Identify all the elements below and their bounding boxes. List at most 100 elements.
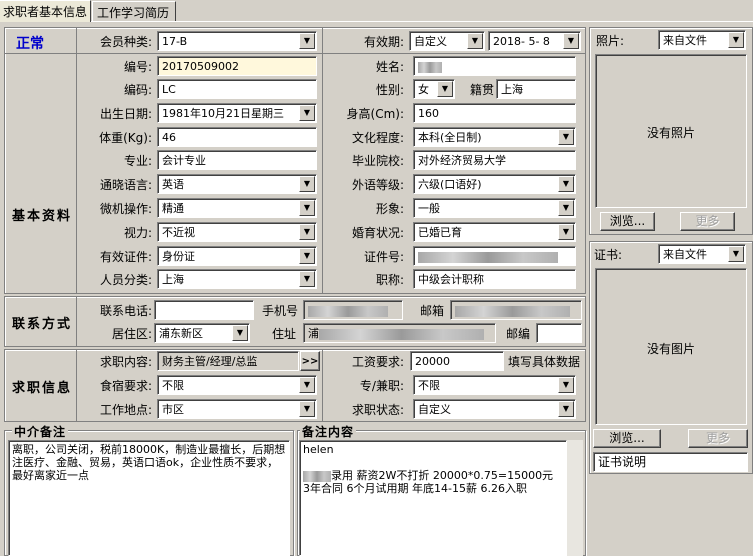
- title-field[interactable]: 中级会计职称: [413, 269, 576, 289]
- mobile-label: 手机号: [261, 304, 298, 318]
- chevron-down-icon[interactable]: ▼: [563, 33, 579, 49]
- lang-level-select[interactable]: 六级(口语好) ▼: [413, 174, 576, 194]
- birth-date-picker[interactable]: 1981年10月21日星期三 ▼: [157, 103, 317, 123]
- chevron-down-icon[interactable]: ▼: [299, 105, 315, 121]
- address-label: 住址: [271, 327, 296, 341]
- weight-field[interactable]: 46: [157, 127, 317, 147]
- job-want-more-button[interactable]: >>: [300, 351, 320, 371]
- cert-desc-field[interactable]: 证书说明: [593, 452, 748, 472]
- chevron-down-icon[interactable]: ▼: [437, 81, 453, 97]
- member-type-select[interactable]: 17-B ▼: [157, 31, 317, 51]
- chevron-down-icon[interactable]: ▼: [299, 271, 315, 287]
- chevron-down-icon[interactable]: ▼: [299, 33, 315, 49]
- language-select[interactable]: 英语 ▼: [157, 174, 317, 194]
- section-basic: 基本资料: [12, 209, 73, 224]
- email-label: 邮箱: [419, 304, 444, 318]
- photo-browse-button[interactable]: 浏览...: [600, 212, 655, 231]
- zip-field[interactable]: [536, 323, 582, 343]
- chevron-down-icon[interactable]: ▼: [558, 377, 574, 393]
- chevron-down-icon[interactable]: ▼: [558, 129, 574, 145]
- education-select[interactable]: 本科(全日制) ▼: [413, 127, 576, 147]
- major-label: 专业:: [123, 154, 152, 168]
- photo-more-button[interactable]: 更多: [680, 212, 735, 231]
- remark-scrollbar[interactable]: [567, 440, 583, 556]
- school-field[interactable]: 对外经济贸易大学: [413, 150, 576, 170]
- job-want-field[interactable]: 财务主管/经理/总监: [157, 351, 299, 371]
- tab-basic-info[interactable]: 求职者基本信息: [0, 0, 91, 22]
- chevron-down-icon[interactable]: ▼: [299, 401, 315, 417]
- vision-select[interactable]: 不近视 ▼: [157, 222, 317, 242]
- grid-row: [5, 53, 585, 54]
- redacted: [303, 470, 331, 482]
- height-field[interactable]: 160: [413, 103, 576, 123]
- code-field[interactable]: LC: [157, 79, 317, 99]
- chevron-down-icon[interactable]: ▼: [299, 248, 315, 264]
- major-field[interactable]: 会计专业: [157, 150, 317, 170]
- grid-col: [76, 297, 77, 346]
- computer-select[interactable]: 精通 ▼: [157, 198, 317, 218]
- chevron-down-icon[interactable]: ▼: [299, 377, 315, 393]
- address-field[interactable]: 浦: [303, 323, 496, 343]
- mobile-field[interactable]: [303, 300, 403, 320]
- redacted: [418, 61, 442, 73]
- photo-label: 照片:: [596, 34, 625, 48]
- code-label: 编码:: [123, 83, 152, 97]
- gender-select[interactable]: 女 ▼: [413, 79, 455, 99]
- job-want-label: 求职内容:: [99, 355, 152, 369]
- native-field[interactable]: 上海: [496, 79, 576, 99]
- birth-label: 出生日期:: [99, 107, 152, 121]
- section-contact: 联系方式: [12, 317, 73, 332]
- cert-source-select[interactable]: 来自文件 ▼: [658, 244, 746, 264]
- chevron-down-icon[interactable]: ▼: [467, 33, 483, 49]
- chevron-down-icon[interactable]: ▼: [558, 176, 574, 192]
- chevron-down-icon[interactable]: ▼: [232, 325, 248, 341]
- chevron-down-icon[interactable]: ▼: [558, 200, 574, 216]
- education-label: 文化程度:: [351, 131, 404, 145]
- number-field[interactable]: 20170509002: [157, 56, 317, 76]
- id-no-field[interactable]: [413, 246, 576, 266]
- parttime-select[interactable]: 不限 ▼: [413, 375, 576, 395]
- job-status-select[interactable]: 自定义 ▼: [413, 399, 576, 419]
- board-select[interactable]: 不限 ▼: [157, 375, 317, 395]
- image-label: 形象:: [375, 202, 404, 216]
- chevron-down-icon[interactable]: ▼: [728, 246, 744, 262]
- cert-browse-button[interactable]: 浏览...: [593, 429, 661, 448]
- chevron-down-icon[interactable]: ▼: [728, 32, 744, 48]
- name-field[interactable]: [413, 56, 576, 76]
- category-select[interactable]: 上海 ▼: [157, 269, 317, 289]
- phone-field[interactable]: [154, 300, 254, 320]
- chevron-down-icon[interactable]: ▼: [299, 200, 315, 216]
- board-label: 食宿要求:: [99, 379, 152, 393]
- agency-note-textarea[interactable]: 离职，公司关闭，税前18000K，制造业最擅长，后期想注医疗、金融、贸易，英语口…: [8, 440, 290, 556]
- id-type-select[interactable]: 身份证 ▼: [157, 246, 317, 266]
- image-select[interactable]: 一般 ▼: [413, 198, 576, 218]
- member-type-label: 会员种类:: [99, 35, 152, 49]
- id-no-label: 证件号:: [363, 250, 404, 264]
- remark-line2: 录用 薪资2W不打折 20000*0.75=15000元 3年合同 6个月试用期…: [303, 469, 554, 495]
- chevron-down-icon[interactable]: ▼: [558, 224, 574, 240]
- location-select[interactable]: 市区 ▼: [157, 399, 317, 419]
- validity-label: 有效期:: [363, 35, 404, 49]
- validity-mode-select[interactable]: 自定义 ▼: [409, 31, 485, 51]
- validity-date-picker[interactable]: 2018- 5- 8 ▼: [488, 31, 581, 51]
- redacted: [319, 328, 484, 340]
- tab-work-history[interactable]: 工作学习简历: [92, 1, 176, 21]
- parttime-label: 专/兼职:: [359, 379, 404, 393]
- chevron-down-icon[interactable]: ▼: [299, 224, 315, 240]
- redacted: [418, 251, 558, 263]
- salary-field[interactable]: 20000: [410, 351, 504, 371]
- photo-source-select[interactable]: 来自文件 ▼: [658, 30, 746, 50]
- district-select[interactable]: 浦东新区 ▼: [154, 323, 250, 343]
- marriage-label: 婚育状况:: [351, 226, 404, 240]
- name-label: 姓名:: [375, 60, 404, 74]
- vision-label: 视力:: [123, 226, 152, 240]
- chevron-down-icon[interactable]: ▼: [299, 176, 315, 192]
- cert-more-button[interactable]: 更多: [688, 429, 748, 448]
- cert-empty-text: 没有图片: [646, 342, 695, 356]
- number-label: 编号:: [123, 60, 152, 74]
- location-label: 工作地点:: [99, 403, 152, 417]
- chevron-down-icon[interactable]: ▼: [558, 401, 574, 417]
- marriage-select[interactable]: 已婚已育 ▼: [413, 222, 576, 242]
- email-field[interactable]: [450, 300, 582, 320]
- remark-textarea[interactable]: helen 录用 薪资2W不打折 20000*0.75=15000元 3年合同 …: [299, 440, 567, 556]
